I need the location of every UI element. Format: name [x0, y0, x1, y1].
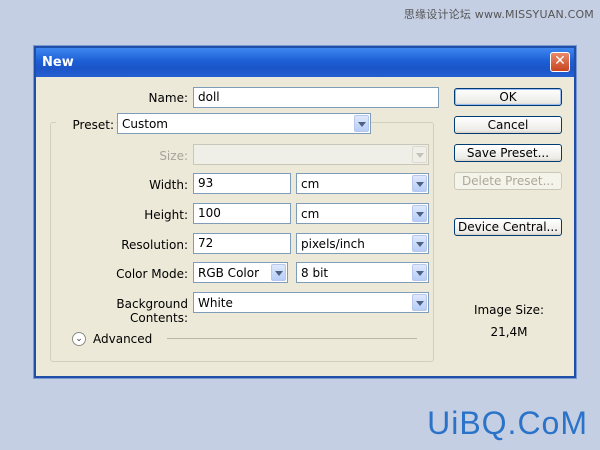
- title-bar[interactable]: New ✕: [36, 48, 574, 77]
- width-unit-value: cm: [301, 177, 320, 191]
- bit-depth-value: 8 bit: [301, 266, 329, 280]
- watermark-top: 思缘设计论坛 www.MISSYUAN.COM: [403, 8, 594, 21]
- delete-preset-button[interactable]: Delete Preset...: [454, 172, 562, 190]
- watermark-bottom: UiBQ.CoM: [427, 405, 588, 441]
- dialog-title: New: [42, 55, 74, 70]
- image-size-label: Image Size:: [473, 303, 545, 317]
- name-label: Name:: [148, 91, 188, 105]
- height-input[interactable]: 100: [193, 203, 291, 224]
- dialog-body: Name: doll Preset: Custom Size: Width: 9…: [36, 77, 574, 376]
- background-contents-value: White: [198, 296, 233, 310]
- color-mode-value: RGB Color: [198, 266, 260, 280]
- chevron-down-icon: [271, 264, 286, 281]
- width-label: Width:: [149, 178, 188, 192]
- height-label: Height:: [144, 208, 188, 222]
- advanced-divider: [167, 338, 417, 339]
- resolution-input[interactable]: 72: [193, 233, 291, 254]
- device-central-button[interactable]: Device Central...: [454, 218, 562, 236]
- chevron-down-icon: [412, 235, 427, 252]
- ok-button[interactable]: OK: [454, 88, 562, 106]
- new-document-dialog: New ✕ Name: doll Preset: Custom Size: Wi…: [34, 46, 576, 378]
- bit-depth-select[interactable]: 8 bit: [296, 262, 429, 283]
- preset-value: Custom: [122, 117, 168, 131]
- close-icon: ✕: [554, 53, 566, 69]
- width-input[interactable]: 93: [193, 173, 291, 194]
- image-size-value: 21,4M: [490, 325, 528, 339]
- save-preset-button[interactable]: Save Preset...: [454, 144, 562, 162]
- preset-label: Preset:: [56, 118, 116, 132]
- chevron-down-icon: [412, 175, 427, 192]
- color-mode-label: Color Mode:: [116, 267, 188, 281]
- advanced-label[interactable]: Advanced: [93, 332, 152, 346]
- size-label: Size:: [159, 149, 188, 163]
- background-contents-select[interactable]: White: [193, 292, 429, 313]
- height-unit-select[interactable]: cm: [296, 203, 429, 224]
- close-button[interactable]: ✕: [550, 52, 570, 72]
- chevron-down-icon: [354, 115, 369, 132]
- background-contents-label: Background Contents:: [116, 297, 188, 325]
- resolution-unit-select[interactable]: pixels/inch: [296, 233, 429, 254]
- chevron-down-icon: [412, 205, 427, 222]
- width-unit-select[interactable]: cm: [296, 173, 429, 194]
- chevron-down-icon: [412, 264, 427, 281]
- chevron-down-icon: [412, 146, 427, 163]
- chevron-down-icon: [412, 294, 427, 311]
- cancel-button[interactable]: Cancel: [454, 116, 562, 134]
- height-unit-value: cm: [301, 207, 320, 221]
- expand-advanced-icon[interactable]: ⌄: [72, 332, 86, 346]
- name-input[interactable]: doll: [193, 87, 439, 108]
- preset-select[interactable]: Custom: [117, 113, 371, 134]
- size-select[interactable]: [193, 144, 429, 165]
- resolution-unit-value: pixels/inch: [301, 237, 365, 251]
- color-mode-select[interactable]: RGB Color: [193, 262, 288, 283]
- resolution-label: Resolution:: [121, 238, 188, 252]
